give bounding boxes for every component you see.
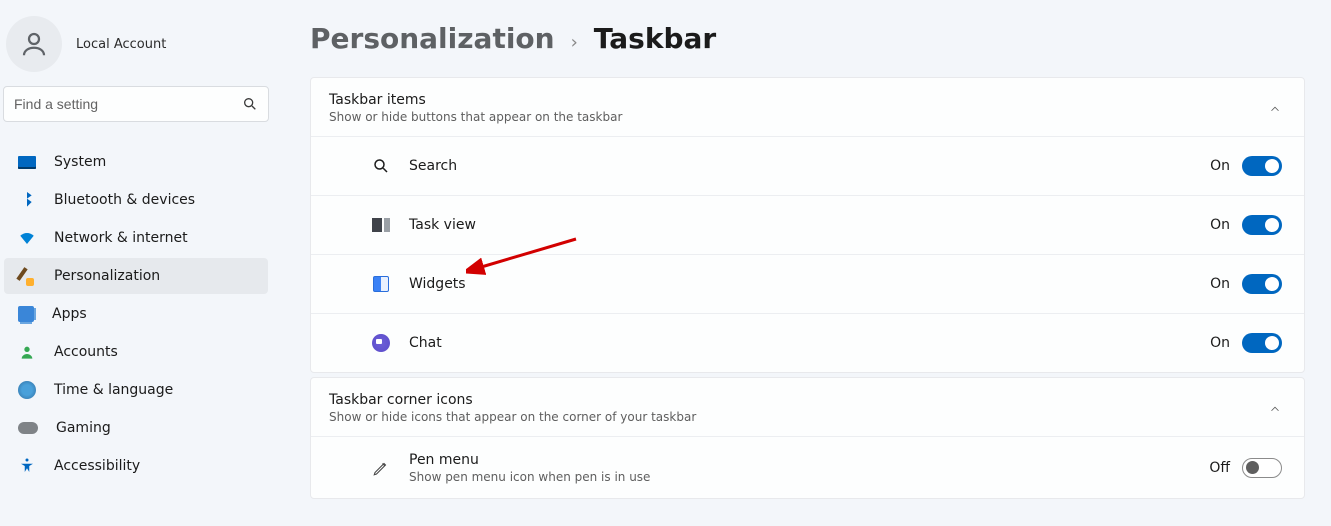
apps-icon	[18, 306, 34, 322]
row-penmenu: Pen menu Show pen menu icon when pen is …	[311, 436, 1304, 498]
chevron-up-icon	[1268, 401, 1282, 415]
page-title: Taskbar	[594, 22, 716, 55]
toggle-chat[interactable]	[1242, 333, 1282, 353]
sidebar-item-apps[interactable]: Apps	[4, 296, 268, 332]
nav: System Bluetooth & devices Network & int…	[0, 134, 272, 484]
sidebar-item-accounts[interactable]: Accounts	[4, 334, 268, 370]
toggle-state: On	[1210, 335, 1230, 351]
breadcrumb-parent[interactable]: Personalization	[310, 22, 555, 55]
accessibility-icon	[18, 457, 36, 475]
row-label: Task view	[409, 217, 1210, 233]
taskview-icon	[371, 215, 391, 235]
section-taskbar-items: Taskbar items Show or hide buttons that …	[310, 77, 1305, 373]
toggle-penmenu[interactable]	[1242, 458, 1282, 478]
section-title: Taskbar corner icons	[329, 392, 696, 408]
nav-label: Accessibility	[54, 458, 140, 474]
search-wrap	[0, 86, 272, 134]
sidebar-item-network[interactable]: Network & internet	[4, 220, 268, 256]
section-title: Taskbar items	[329, 92, 622, 108]
sidebar-item-gaming[interactable]: Gaming	[4, 410, 268, 446]
search-input[interactable]	[14, 96, 242, 112]
sidebar: Local Account System Bluetooth & devices…	[0, 0, 280, 526]
section-corner-icons: Taskbar corner icons Show or hide icons …	[310, 377, 1305, 499]
toggle-state: On	[1210, 276, 1230, 292]
sidebar-item-personalization[interactable]: Personalization	[4, 258, 268, 294]
account-name: Local Account	[76, 37, 166, 52]
breadcrumb: Personalization › Taskbar	[310, 22, 1305, 55]
gamepad-icon	[18, 422, 38, 434]
toggle-widgets[interactable]	[1242, 274, 1282, 294]
row-chat: Chat On	[311, 313, 1304, 372]
sidebar-item-accessibility[interactable]: Accessibility	[4, 448, 268, 484]
sidebar-item-time[interactable]: Time & language	[4, 372, 268, 408]
chevron-up-icon	[1268, 101, 1282, 115]
section-subtitle: Show or hide buttons that appear on the …	[329, 110, 622, 124]
display-icon	[18, 156, 36, 169]
toggle-state: Off	[1209, 460, 1230, 476]
nav-label: System	[54, 154, 106, 170]
section-subtitle: Show or hide icons that appear on the co…	[329, 410, 696, 424]
nav-label: Gaming	[56, 420, 111, 436]
chevron-right-icon: ›	[571, 32, 578, 53]
search-icon	[242, 96, 258, 112]
sidebar-item-system[interactable]: System	[4, 144, 268, 180]
nav-label: Network & internet	[54, 230, 188, 246]
row-label: Chat	[409, 335, 1210, 351]
row-label: Pen menu Show pen menu icon when pen is …	[409, 452, 1209, 484]
row-taskview: Task view On	[311, 195, 1304, 254]
search-icon	[371, 156, 391, 176]
sidebar-item-bluetooth[interactable]: Bluetooth & devices	[4, 182, 268, 218]
nav-label: Time & language	[54, 382, 173, 398]
person-icon	[18, 343, 36, 361]
paintbrush-icon	[18, 267, 36, 285]
search-box[interactable]	[3, 86, 269, 122]
row-label: Search	[409, 158, 1210, 174]
section-header-corner-icons[interactable]: Taskbar corner icons Show or hide icons …	[311, 378, 1304, 436]
toggle-state: On	[1210, 217, 1230, 233]
toggle-state: On	[1210, 158, 1230, 174]
pen-icon	[371, 458, 391, 478]
chat-icon	[371, 333, 391, 353]
nav-label: Accounts	[54, 344, 118, 360]
toggle-search[interactable]	[1242, 156, 1282, 176]
nav-label: Personalization	[54, 268, 160, 284]
nav-label: Bluetooth & devices	[54, 192, 195, 208]
row-label: Widgets	[409, 276, 1210, 292]
account-block[interactable]: Local Account	[0, 16, 272, 86]
wifi-icon	[18, 229, 36, 247]
main-content: Personalization › Taskbar Taskbar items …	[280, 0, 1331, 526]
toggle-taskview[interactable]	[1242, 215, 1282, 235]
nav-label: Apps	[52, 306, 87, 322]
avatar	[6, 16, 62, 72]
bluetooth-icon	[18, 191, 36, 209]
widgets-icon	[371, 274, 391, 294]
row-search: Search On	[311, 136, 1304, 195]
section-header-taskbar-items[interactable]: Taskbar items Show or hide buttons that …	[311, 78, 1304, 136]
row-widgets: Widgets On	[311, 254, 1304, 313]
globe-icon	[18, 381, 36, 399]
